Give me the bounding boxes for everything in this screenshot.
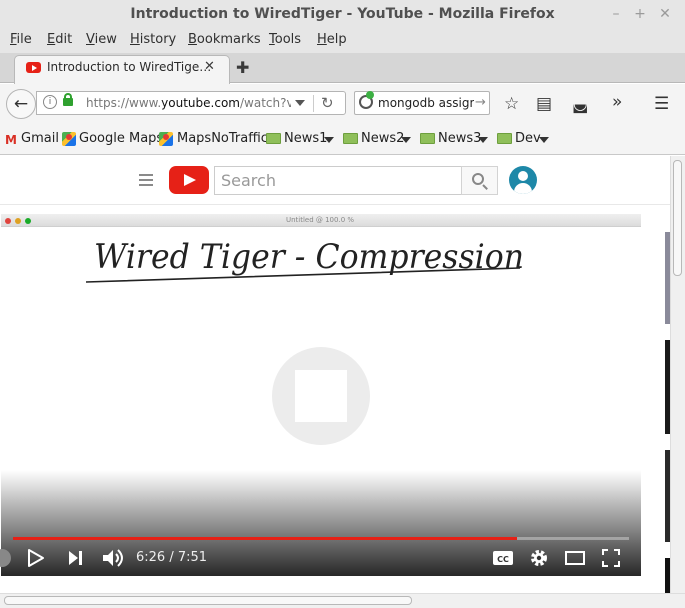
reader-view-icon[interactable]: ▤ bbox=[536, 94, 552, 114]
search-go-icon[interactable]: → bbox=[475, 95, 486, 110]
url-history-dropdown-icon[interactable] bbox=[295, 100, 305, 106]
menu-edit[interactable]: Edit bbox=[47, 32, 72, 47]
bookmark-folder-dev[interactable]: Dev bbox=[515, 131, 541, 146]
chevron-down-icon[interactable] bbox=[539, 137, 549, 143]
bookmark-folder-news1[interactable]: News1 bbox=[284, 131, 327, 146]
reload-button[interactable]: ↻ bbox=[321, 94, 334, 112]
chevron-down-icon[interactable] bbox=[324, 137, 334, 143]
lock-icon[interactable] bbox=[63, 93, 73, 106]
youtube-guide-menu-icon[interactable] bbox=[139, 174, 153, 189]
theater-mode-icon[interactable] bbox=[563, 547, 587, 569]
bookmark-folder-news3[interactable]: News3 bbox=[438, 131, 481, 146]
stop-square-icon bbox=[295, 370, 347, 422]
youtube-search-placeholder: Search bbox=[221, 171, 276, 190]
header-divider bbox=[0, 204, 670, 205]
search-icon[interactable] bbox=[472, 173, 484, 185]
chevron-down-icon[interactable] bbox=[401, 137, 411, 143]
handwritten-title: Wired Tiger - Compression bbox=[85, 237, 524, 283]
overflow-menu-icon[interactable]: » bbox=[612, 92, 622, 112]
horizontal-scrollbar-thumb[interactable] bbox=[4, 596, 412, 605]
tab-close-icon[interactable]: ✕ bbox=[204, 59, 215, 74]
folder-icon bbox=[266, 133, 281, 144]
url-bar-divider bbox=[313, 95, 314, 112]
site-info-icon[interactable]: i bbox=[43, 95, 57, 109]
bookmark-gmail[interactable]: Gmail bbox=[21, 131, 59, 146]
menu-view[interactable]: View bbox=[86, 32, 117, 47]
next-video-icon[interactable] bbox=[66, 547, 86, 569]
youtube-logo[interactable] bbox=[169, 166, 209, 194]
menu-file[interactable]: File bbox=[10, 32, 32, 47]
video-document-title: Untitled @ 100.0 % bbox=[285, 216, 355, 224]
scrubber-handle[interactable] bbox=[0, 547, 12, 569]
bookmark-mapsnotraffic[interactable]: MapsNoTraffic bbox=[177, 131, 268, 146]
back-button[interactable]: ← bbox=[6, 89, 36, 119]
handwritten-title-text: Wired Tiger - Compression bbox=[94, 237, 524, 277]
menu-bookmarks[interactable]: Bookmarks bbox=[188, 32, 261, 47]
bookmark-google-maps[interactable]: Google Maps bbox=[79, 131, 163, 146]
settings-gear-icon[interactable] bbox=[528, 547, 550, 569]
captions-label: CC bbox=[497, 555, 509, 564]
vertical-scrollbar-thumb[interactable] bbox=[673, 160, 682, 276]
folder-icon bbox=[420, 133, 435, 144]
tab-title: Introduction to WiredTige… bbox=[47, 60, 212, 74]
google-maps-icon bbox=[62, 132, 76, 146]
bookmark-folder-news2[interactable]: News2 bbox=[361, 131, 404, 146]
bookmark-star-icon[interactable]: ☆ bbox=[504, 94, 519, 114]
folder-icon bbox=[497, 133, 512, 144]
folder-icon bbox=[343, 133, 358, 144]
gmail-icon: M bbox=[5, 133, 17, 147]
new-tab-button[interactable]: ✚ bbox=[236, 58, 249, 77]
pocket-icon[interactable]: ◛ bbox=[572, 94, 589, 114]
play-icon[interactable] bbox=[26, 547, 46, 569]
progress-bar-fill bbox=[13, 537, 517, 540]
hamburger-menu-icon[interactable]: ☰ bbox=[654, 94, 669, 114]
menu-tools[interactable]: Tools bbox=[269, 32, 301, 47]
url-text[interactable]: https://www.youtube.com/watch?v=C bbox=[86, 96, 291, 110]
avatar[interactable] bbox=[509, 166, 537, 194]
menu-help[interactable]: Help bbox=[317, 32, 347, 47]
close-window-button[interactable]: ✕ bbox=[656, 5, 674, 23]
time-display: 6:26 / 7:51 bbox=[136, 550, 208, 565]
search-input[interactable]: mongodb assign bbox=[378, 96, 474, 110]
menu-history[interactable]: History bbox=[130, 32, 176, 47]
search-engine-icon[interactable] bbox=[359, 91, 374, 109]
volume-icon[interactable] bbox=[101, 547, 125, 569]
chevron-down-icon[interactable] bbox=[478, 137, 488, 143]
window-title: Introduction to WiredTiger - YouTube - M… bbox=[130, 6, 555, 22]
maximize-button[interactable]: + bbox=[631, 5, 649, 23]
captions-icon[interactable]: CC bbox=[492, 547, 514, 569]
minimize-button[interactable]: – bbox=[607, 5, 625, 23]
youtube-favicon-icon bbox=[26, 62, 41, 73]
maps-no-traffic-icon bbox=[159, 132, 173, 146]
fullscreen-icon[interactable] bbox=[600, 547, 622, 569]
